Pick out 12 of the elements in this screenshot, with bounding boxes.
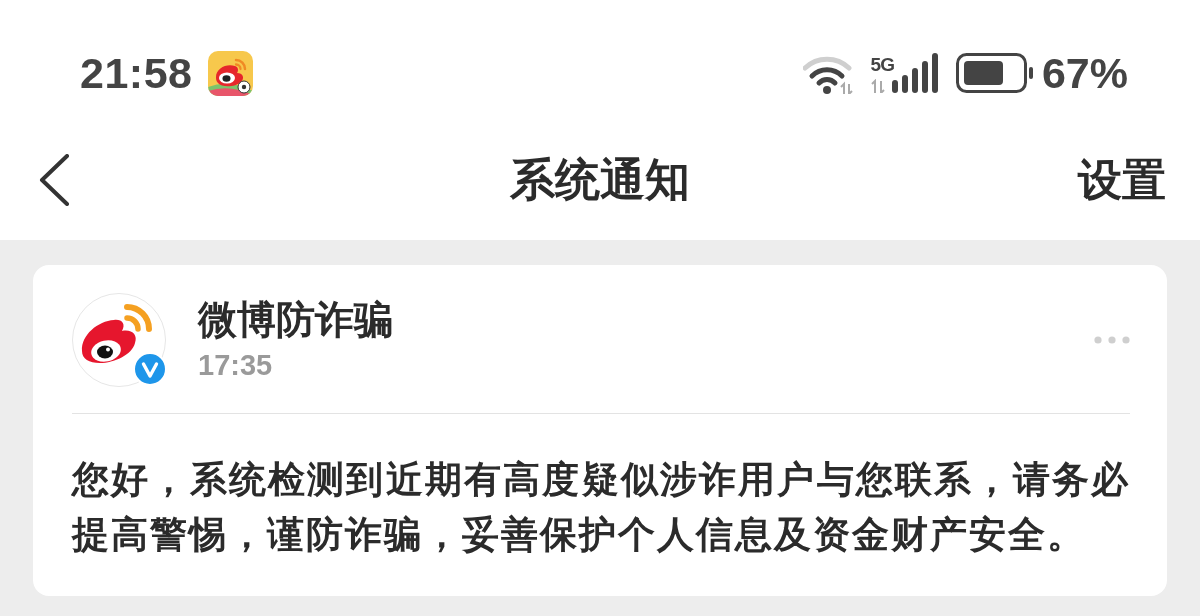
- sender-name: 微博防诈骗: [198, 297, 393, 343]
- back-icon: [38, 154, 70, 206]
- message-text: 您好，系统检测到近期有高度疑似涉诈用户与您联系，请务必提高警惕，谨防诈骗，妥善保护个人信息及资金财产安全。: [72, 457, 1130, 558]
- page-title: 系统通知: [510, 153, 690, 207]
- clock-time: 21:58: [80, 51, 193, 95]
- back-button[interactable]: [38, 154, 70, 206]
- settings-button[interactable]: 设置: [1078, 153, 1166, 207]
- message-time: 17:35: [198, 348, 274, 383]
- app-icon: [208, 50, 254, 96]
- network-type: 5G: [870, 55, 894, 74]
- battery-icon: [955, 53, 1034, 93]
- battery-percentage: 67%: [1041, 51, 1128, 95]
